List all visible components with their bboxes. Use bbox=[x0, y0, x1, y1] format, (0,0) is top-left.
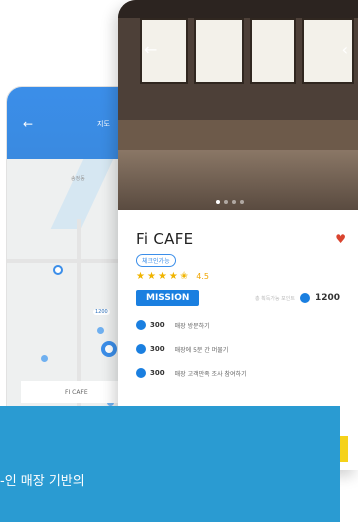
mission-item-points: 300 bbox=[150, 345, 165, 353]
star-icon: ★ bbox=[136, 271, 145, 282]
mission-item-desc: 매장에 5분 간 머물기 bbox=[174, 346, 229, 354]
promo-banner: -인 매장 기반의 bbox=[0, 406, 340, 522]
shop-info: Fi CAFE ♥ 체크인가능 ★ ★ ★ ★ ✬ 4.5 MISSION 총 … bbox=[118, 210, 358, 378]
mission-total: 총 획득가능 포인트 1200 bbox=[255, 293, 340, 303]
mission-item[interactable]: 300 매장 고객만족 조사 참여하기 bbox=[136, 368, 340, 378]
map-pin[interactable] bbox=[53, 265, 63, 275]
mission-note: 총 획득가능 포인트 bbox=[254, 295, 295, 302]
carousel-dot[interactable] bbox=[224, 200, 228, 204]
mission-item[interactable]: 300 매장에 5분 간 머물기 bbox=[136, 344, 340, 354]
yellow-accent bbox=[340, 436, 348, 462]
map-label: 송정동 bbox=[71, 176, 85, 182]
share-icon[interactable]: ‹ bbox=[342, 40, 348, 59]
carousel-dot[interactable] bbox=[240, 200, 244, 204]
half-star-icon: ✬ bbox=[179, 271, 189, 282]
checkin-badge: 체크인가능 bbox=[136, 254, 176, 267]
back-arrow-icon[interactable]: ← bbox=[144, 40, 157, 59]
shop-photo[interactable]: ← ‹ bbox=[118, 0, 358, 210]
menu-board bbox=[194, 18, 244, 84]
shop-phone: ← ‹ Fi CAFE ♥ 체크인가능 ★ ★ ★ ★ ✬ 4.5 MISSIO… bbox=[118, 0, 358, 470]
screen: ← 지도 송정동 1200 FI CAFE ← ‹ Fi CAFE ♥ 체크인가… bbox=[0, 0, 358, 522]
map-selected-name: FI CAFE bbox=[65, 388, 88, 396]
shop-name: Fi CAFE bbox=[136, 230, 194, 248]
river bbox=[50, 159, 114, 229]
carousel-dot[interactable] bbox=[232, 200, 236, 204]
coin-icon bbox=[136, 320, 146, 330]
star-icon: ★ bbox=[146, 271, 156, 282]
map-title: 지도 bbox=[97, 120, 110, 128]
carousel-dot[interactable] bbox=[216, 200, 220, 204]
rating: ★ ★ ★ ★ ✬ 4.5 bbox=[136, 271, 340, 282]
mission-header: MISSION 총 획득가능 포인트 1200 bbox=[136, 290, 340, 306]
banner-text: -인 매장 기반의 bbox=[0, 474, 85, 489]
mission-item[interactable]: 300 매장 방문하기 bbox=[136, 320, 340, 330]
star-icon: ★ bbox=[157, 271, 167, 282]
arrow-left-icon[interactable]: ← bbox=[23, 117, 33, 131]
mission-tab[interactable]: MISSION bbox=[136, 290, 200, 306]
coin-icon bbox=[299, 293, 310, 303]
map-pin-selected[interactable] bbox=[101, 341, 117, 357]
mission-item-points: 300 bbox=[150, 321, 165, 329]
ceiling bbox=[118, 0, 358, 18]
map-dot[interactable] bbox=[97, 327, 104, 334]
rating-value: 4.5 bbox=[196, 272, 209, 281]
shelf bbox=[118, 120, 358, 150]
map-dot[interactable] bbox=[41, 355, 48, 362]
mission-item-points: 300 bbox=[150, 369, 165, 377]
map-point-badge: 1200 bbox=[93, 309, 110, 315]
menu-board bbox=[250, 18, 296, 84]
mission-item-desc: 매장 방문하기 bbox=[174, 322, 210, 330]
heart-icon[interactable]: ♥ bbox=[335, 232, 346, 246]
mission-item-desc: 매장 고객만족 조사 참여하기 bbox=[174, 370, 247, 378]
carousel-dots[interactable] bbox=[216, 200, 244, 204]
mission-points: 1200 bbox=[314, 293, 340, 303]
star-icon: ★ bbox=[168, 271, 178, 282]
coin-icon bbox=[136, 368, 146, 378]
coin-icon bbox=[136, 344, 146, 354]
